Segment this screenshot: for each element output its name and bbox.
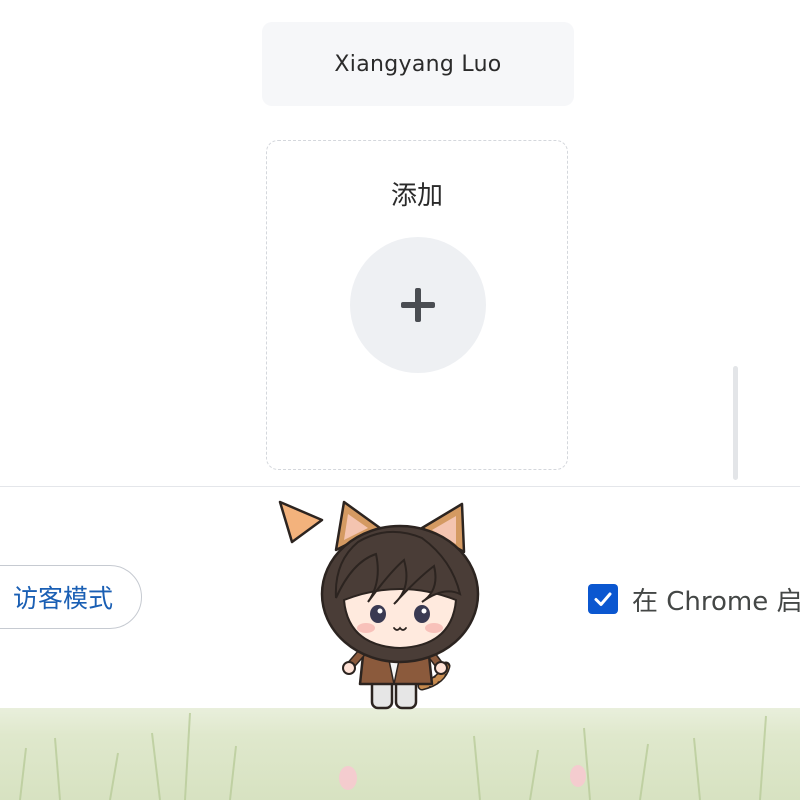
guest-mode-button[interactable]: 访客模式 bbox=[0, 565, 142, 629]
checkmark-icon bbox=[594, 592, 612, 606]
profile-name: Xiangyang Luo bbox=[334, 51, 502, 77]
show-on-startup-label: 在 Chrome 启 bbox=[632, 587, 800, 617]
add-profile-button[interactable] bbox=[350, 237, 486, 373]
grass-background bbox=[0, 708, 800, 800]
profile-card-xiangyang-luo[interactable]: Xiangyang Luo bbox=[262, 22, 574, 106]
show-on-startup-checkbox[interactable] bbox=[588, 584, 618, 614]
add-profile-card[interactable]: 添加 bbox=[266, 140, 568, 470]
cat-boy-mascot-image bbox=[278, 500, 480, 710]
profile-picker-window: Xiangyang Luo 添加 访客模式 在 Chrome 启 bbox=[0, 0, 800, 800]
plus-icon bbox=[401, 288, 435, 322]
add-profile-label: 添加 bbox=[390, 181, 443, 211]
scrollbar-thumb[interactable] bbox=[733, 366, 738, 480]
guest-mode-label: 访客模式 bbox=[12, 584, 113, 613]
